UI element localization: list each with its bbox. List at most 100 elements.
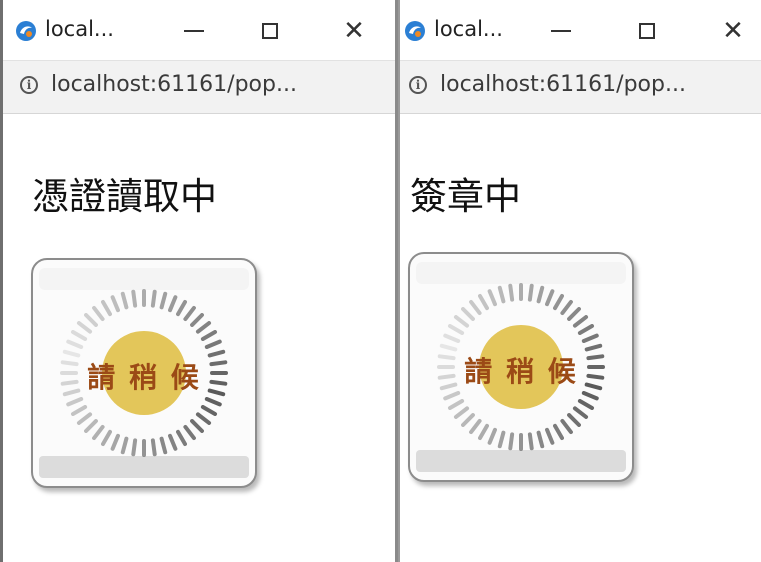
minimize-icon[interactable] xyxy=(546,16,576,46)
please-wait-text: 請 稍 候 xyxy=(87,361,201,394)
title-bar[interactable]: local... ✕ xyxy=(3,0,395,61)
spinner-tick xyxy=(469,418,482,435)
spinner-tick xyxy=(453,406,470,419)
please-wait-text: 請 稍 候 xyxy=(464,355,578,388)
spinner-tick xyxy=(536,285,545,304)
browser-app-icon xyxy=(405,21,425,41)
spinner-tick xyxy=(487,289,497,307)
spinner-tick xyxy=(120,436,129,455)
spinner-tick xyxy=(120,291,129,310)
close-icon[interactable]: ✕ xyxy=(718,16,748,46)
spinner-tick xyxy=(66,339,84,349)
spinner-tick xyxy=(62,349,81,358)
minimize-icon[interactable] xyxy=(179,16,209,46)
spinner-tick xyxy=(200,405,218,416)
spinner-tick xyxy=(204,397,222,407)
window-title: local... xyxy=(434,17,503,41)
spinner-tick xyxy=(572,315,589,328)
spinner-tick xyxy=(110,433,120,451)
maximize-icon[interactable] xyxy=(255,16,285,46)
spinner-tick xyxy=(200,330,218,341)
maximize-icon[interactable] xyxy=(632,16,662,46)
spinner-tick xyxy=(92,305,105,322)
spinner-tick xyxy=(567,307,581,321)
spinner-tick xyxy=(195,321,212,334)
spinner-tick xyxy=(553,423,564,441)
spinner-tick xyxy=(527,432,534,451)
spinner-tick xyxy=(110,295,120,313)
browser-app-icon xyxy=(16,21,36,41)
spinner-tick xyxy=(497,430,506,449)
spinner-tick xyxy=(84,313,98,327)
spinner-tick xyxy=(101,429,112,447)
spinner-tick xyxy=(131,438,138,457)
spinner-tick xyxy=(92,424,105,441)
spinner-tick xyxy=(131,289,138,308)
spinner-tick xyxy=(461,413,475,427)
spinner-tick xyxy=(190,313,204,327)
spinner-tick xyxy=(159,436,168,455)
spinner-tick xyxy=(447,324,465,335)
spinner-tick xyxy=(478,423,489,441)
spinner-tick xyxy=(581,333,599,343)
close-icon[interactable]: ✕ xyxy=(339,16,369,46)
spinner-tick xyxy=(66,397,84,407)
url-text: localhost:61161/pop... xyxy=(440,72,686,97)
spinner-tick xyxy=(577,399,595,410)
spinner-tick xyxy=(560,418,573,435)
spinner-tick xyxy=(508,283,515,302)
spinner-tick xyxy=(190,419,204,433)
spinner-tick xyxy=(508,432,515,451)
info-icon[interactable]: i xyxy=(20,76,38,94)
status-heading: 簽章中 xyxy=(410,175,521,218)
spinner-tick xyxy=(572,406,589,419)
spinner-tick xyxy=(70,405,88,416)
spinner-tick xyxy=(584,343,603,352)
spinner-tick xyxy=(101,299,112,317)
spinner-tick xyxy=(183,424,196,441)
status-heading: 憑證讀取中 xyxy=(32,175,217,218)
spinner-tick xyxy=(536,430,545,449)
spinner-tick xyxy=(581,391,599,401)
spinner-tick xyxy=(545,427,555,445)
spinner-tick xyxy=(176,299,187,317)
spinner-tick xyxy=(159,291,168,310)
spinner-tick xyxy=(150,438,157,457)
spinner-tick xyxy=(70,330,88,341)
address-bar[interactable]: i localhost:61161/pop... xyxy=(400,61,761,114)
spinner-tick xyxy=(443,333,461,343)
spinner-tick xyxy=(443,391,461,401)
spinner-tick xyxy=(168,295,178,313)
address-bar[interactable]: i localhost:61161/pop... xyxy=(3,61,395,114)
spinner-tick xyxy=(84,419,98,433)
spinner-tick xyxy=(447,399,465,410)
window-title: local... xyxy=(45,17,114,41)
spinner-tick xyxy=(567,413,581,427)
spinner-tick xyxy=(469,299,482,316)
spinner-tick xyxy=(76,321,93,334)
popup-window-2: local... ✕ i localhost:61161/pop... 簽章中 … xyxy=(398,0,761,562)
spinner-tick xyxy=(207,349,226,358)
spinner-tick xyxy=(461,307,475,321)
spinner-tick xyxy=(487,427,497,445)
spinner-tick xyxy=(553,293,564,311)
loading-spinner: 請 稍 候 xyxy=(408,252,634,482)
spinner-tick xyxy=(150,289,157,308)
info-icon[interactable]: i xyxy=(409,76,427,94)
spinner-tick xyxy=(76,412,93,425)
title-bar[interactable]: local... ✕ xyxy=(400,0,761,61)
spinner-tick xyxy=(577,324,595,335)
spinner-tick xyxy=(183,305,196,322)
spinner-tick xyxy=(545,289,555,307)
url-text: localhost:61161/pop... xyxy=(51,72,297,97)
spinner-tick xyxy=(204,339,222,349)
spinner-tick xyxy=(560,299,573,316)
popup-window-1: local... ✕ i localhost:61161/pop... 憑證讀取… xyxy=(0,0,398,562)
spinner-tick xyxy=(527,283,534,302)
spinner-tick xyxy=(176,429,187,447)
spinner-tick xyxy=(453,315,470,328)
spinner-tick xyxy=(168,433,178,451)
spinner-tick xyxy=(478,293,489,311)
spinner-tick xyxy=(195,412,212,425)
spinner-tick xyxy=(497,285,506,304)
